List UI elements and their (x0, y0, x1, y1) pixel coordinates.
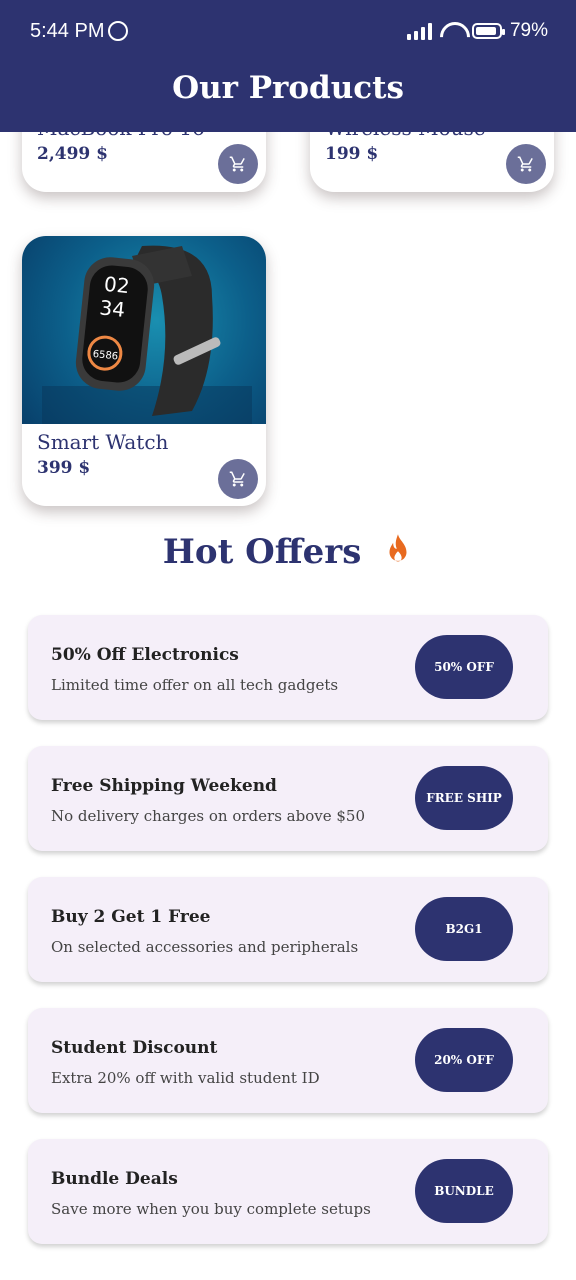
product-card-smart-watch[interactable]: 02 34 6586 Smart Watch 399 $ (22, 236, 266, 506)
cart-icon (229, 471, 245, 487)
status-time: 5:44 PM (30, 20, 105, 42)
cart-icon (229, 156, 245, 172)
product-price: 199 $ (325, 144, 379, 164)
offer-badge-button[interactable]: BUNDLE (415, 1159, 513, 1223)
svg-text:02: 02 (103, 272, 131, 299)
product-name: Smart Watch (37, 430, 169, 454)
status-icons: 79% (406, 20, 548, 42)
offer-card[interactable]: Free Shipping Weekend No delivery charge… (28, 746, 548, 851)
offer-badge-button[interactable]: FREE SHIP (415, 766, 513, 830)
offer-title: Bundle Deals (51, 1169, 178, 1189)
section-title: Hot Offers (162, 532, 362, 572)
offer-description: Save more when you buy complete setups (51, 1200, 371, 1218)
offer-description: Limited time offer on all tech gadgets (51, 676, 339, 694)
add-to-cart-button[interactable] (218, 144, 258, 184)
flame-icon (383, 533, 413, 576)
offer-badge-button[interactable]: B2G1 (415, 897, 513, 961)
product-price: 399 $ (37, 458, 91, 478)
wifi-icon (440, 22, 464, 40)
battery-percent: 79% (509, 20, 548, 41)
svg-text:34: 34 (98, 295, 126, 322)
offer-title: Buy 2 Get 1 Free (51, 907, 211, 927)
add-to-cart-button[interactable] (218, 459, 258, 499)
offer-badge-button[interactable]: 50% OFF (415, 635, 513, 699)
app-bar: 5:44 PM 79% Our Products (0, 0, 576, 132)
cart-icon (517, 156, 533, 172)
page-title: Our Products (172, 70, 404, 106)
offer-description: Extra 20% off with valid student ID (51, 1069, 320, 1087)
product-price: 2,499 $ (37, 144, 108, 164)
offer-description: No delivery charges on orders above $50 (51, 807, 365, 825)
offer-card[interactable]: Student Discount Extra 20% off with vali… (28, 1008, 548, 1113)
offer-card[interactable]: Bundle Deals Save more when you buy comp… (28, 1139, 548, 1244)
battery-icon (471, 23, 505, 39)
offer-title: Free Shipping Weekend (51, 776, 277, 796)
offer-card[interactable]: 50% Off Electronics Limited time offer o… (28, 615, 548, 720)
offer-card[interactable]: Buy 2 Get 1 Free On selected accessories… (28, 877, 548, 982)
hot-offers-heading: Hot Offers (0, 532, 576, 576)
whatsapp-icon (108, 21, 128, 41)
offer-description: On selected accessories and peripherals (51, 938, 359, 956)
product-image: 02 34 6586 (22, 236, 266, 424)
signal-icon (406, 22, 432, 40)
offer-badge-button[interactable]: 20% OFF (415, 1028, 513, 1092)
offer-title: 50% Off Electronics (51, 645, 239, 665)
status-bar: 5:44 PM 79% (0, 0, 576, 64)
add-to-cart-button[interactable] (506, 144, 546, 184)
offer-title: Student Discount (51, 1038, 218, 1058)
